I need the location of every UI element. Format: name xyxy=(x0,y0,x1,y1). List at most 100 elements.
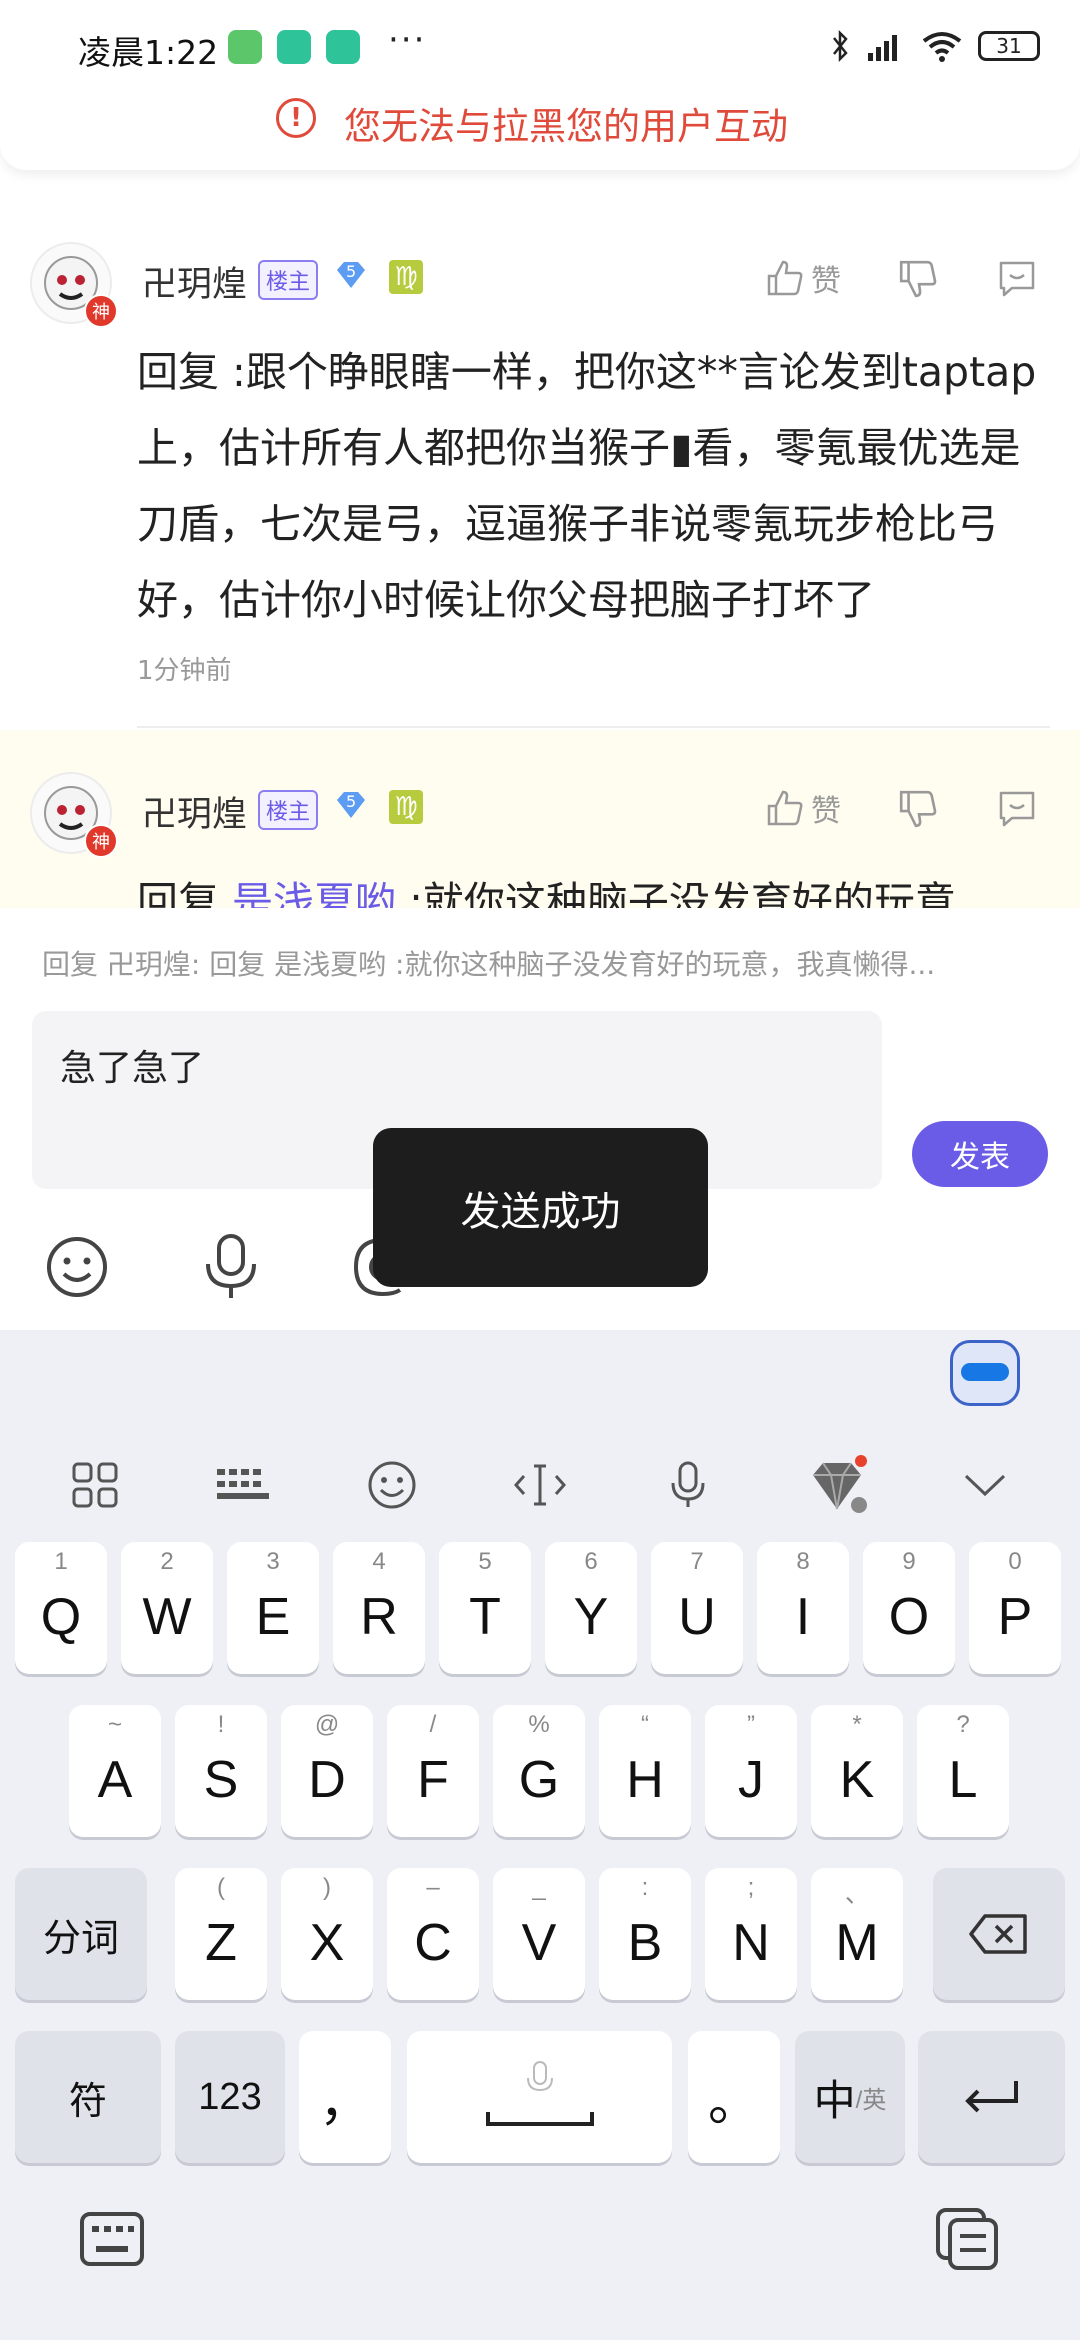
keyboard-mascot-icon[interactable] xyxy=(950,1340,1020,1406)
key-e[interactable]: 3E xyxy=(227,1542,319,1674)
comment-text: 回复 :跟个睁眼瞎一样，把你这**言论发到taptap上，估计所有人都把你当猴子… xyxy=(137,348,1037,624)
microphone-icon[interactable] xyxy=(198,1232,264,1302)
key-m[interactable]: 、 M xyxy=(811,1868,903,2000)
key-q[interactable]: 1Q xyxy=(15,1542,107,1674)
notice-text: 您无法与拉黑您的用户互动 xyxy=(344,105,788,148)
key-z[interactable]: (Z xyxy=(175,1868,267,2000)
backspace-icon xyxy=(969,1914,1027,1954)
key-j[interactable]: ” J xyxy=(705,1705,797,1837)
key-f[interactable]: / F xyxy=(387,1705,479,1837)
soft-keyboard: 1Q 2W 3E 4R 5T 6Y 7U 8I 9O 0P ~ A ! S @ D /… xyxy=(0,1330,1080,2340)
segment-key[interactable]: 分词 xyxy=(15,1868,147,2000)
key-g[interactable]: % G xyxy=(493,1705,585,1837)
language-switch-key[interactable]: 中/英 xyxy=(795,2031,905,2163)
level-gem-icon: 5 xyxy=(334,260,368,294)
key-w[interactable]: 2W xyxy=(121,1542,213,1674)
like-button[interactable]: 赞 xyxy=(765,786,841,830)
thumbs-down-icon[interactable] xyxy=(897,258,939,300)
key-t[interactable]: 5T xyxy=(439,1542,531,1674)
key-n[interactable]: ; N xyxy=(705,1868,797,2000)
language-en-label: /英 xyxy=(855,2086,887,2114)
username[interactable]: 卍玥煌 xyxy=(142,786,247,837)
like-label: 赞 xyxy=(811,794,841,829)
app-grid-icon[interactable] xyxy=(60,1450,130,1520)
avatar-rank-badge: 神 xyxy=(84,824,118,858)
mentioned-user-link[interactable]: 是浅夏哟 xyxy=(232,878,396,908)
space-key[interactable] xyxy=(407,2031,672,2163)
key-i[interactable]: 8I xyxy=(757,1542,849,1674)
symbols-key[interactable]: 符 xyxy=(15,2031,161,2163)
level-gem-icon: 5 xyxy=(334,790,368,824)
key-u[interactable]: 7U xyxy=(651,1542,743,1674)
period-key[interactable]: 。 xyxy=(688,2031,780,2163)
key-r[interactable]: 4R xyxy=(333,1542,425,1674)
reply-target-preview: 回复 卍玥煌: 回复 是浅夏哟 :就你这种脑子没发育好的玩意，我真懒得... xyxy=(42,948,936,981)
emoji-keyboard-icon[interactable] xyxy=(357,1450,427,1520)
reply-comment-icon[interactable] xyxy=(996,258,1038,300)
more-notifications-icon: ··· xyxy=(388,20,427,60)
key-p[interactable]: 0P xyxy=(969,1542,1061,1674)
owner-tag: 楼主 xyxy=(258,260,319,300)
keyboard-layout-icon[interactable] xyxy=(208,1450,278,1520)
key-y[interactable]: 6Y xyxy=(545,1542,637,1674)
thumbs-up-icon xyxy=(767,790,803,826)
level-number: 5 xyxy=(346,792,357,811)
key-x[interactable]: ) X xyxy=(281,1868,373,2000)
key-c[interactable]: – C xyxy=(387,1868,479,2000)
comment-item: 神 卍玥煌 楼主 5 ♍ 赞 回复 :跟个睁眼瞎一样，把你这**言论发到tapt… xyxy=(0,230,1080,730)
block-notice-banner: ! 您无法与拉黑您的用户互动 xyxy=(0,70,1080,170)
numeric-key[interactable]: 123 xyxy=(175,2031,285,2163)
collapse-keyboard-icon[interactable] xyxy=(950,1450,1020,1520)
thumbs-up-icon xyxy=(767,260,803,296)
backspace-key[interactable] xyxy=(933,1868,1065,2000)
key-a[interactable]: ~ A xyxy=(69,1705,161,1837)
like-button[interactable]: 赞 xyxy=(765,256,841,300)
security-shield-icon xyxy=(277,30,311,64)
reply-input-text: 急了急了 xyxy=(60,1048,205,1089)
battery-icon: 31 xyxy=(978,31,1040,61)
toast-message: 发送成功 xyxy=(373,1128,708,1287)
reply-text: :就你这种脑子没发育好的玩意 xyxy=(396,878,956,908)
status-time: 凌晨1:22 xyxy=(78,33,219,72)
like-label: 赞 xyxy=(811,264,841,299)
owner-tag: 楼主 xyxy=(258,790,319,830)
diamond-skin-icon[interactable] xyxy=(802,1450,872,1520)
comment-text: 回复 是浅夏哟 :就你这种脑子没发育好的玩意 xyxy=(137,864,1047,908)
key-h[interactable]: “H xyxy=(599,1705,691,1837)
cursor-move-icon[interactable] xyxy=(505,1450,575,1520)
alert-icon: ! xyxy=(276,98,316,138)
key-l[interactable]: ? L xyxy=(917,1705,1009,1837)
language-cn-label: 中 xyxy=(813,2076,856,2124)
signal-icon xyxy=(868,35,897,61)
comment-time: 1分钟前 xyxy=(137,656,232,686)
username[interactable]: 卍玥煌 xyxy=(142,256,247,307)
level-number: 5 xyxy=(346,262,357,281)
send-button[interactable]: 发表 xyxy=(912,1121,1048,1187)
voice-input-icon[interactable] xyxy=(653,1450,723,1520)
wifi-icon xyxy=(922,32,962,62)
flash-shield-icon xyxy=(326,30,360,64)
key-s[interactable]: ! S xyxy=(175,1705,267,1837)
clipboard-icon[interactable] xyxy=(934,2206,1002,2272)
comma-key[interactable]: ， xyxy=(299,2031,391,2163)
key-o[interactable]: 9O xyxy=(863,1542,955,1674)
key-v[interactable]: _ V xyxy=(493,1868,585,2000)
app-notification-icon xyxy=(228,30,262,64)
thumbs-down-icon[interactable] xyxy=(897,788,939,830)
key-b[interactable]: :B xyxy=(599,1868,691,2000)
comment-item-highlighted: 神 卍玥煌 楼主 5 ♍ 赞 回复 是浅夏哟 :就你这种脑子没发育好的玩意 xyxy=(0,730,1080,908)
key-d[interactable]: @ D xyxy=(281,1705,373,1837)
enter-icon xyxy=(964,2081,1018,2113)
space-mic-icon xyxy=(485,2061,594,2126)
status-indicators: 31 xyxy=(830,26,1040,66)
enter-key[interactable] xyxy=(918,2031,1065,2163)
divider xyxy=(137,726,1050,728)
key-k[interactable]: * K xyxy=(811,1705,903,1837)
bluetooth-icon xyxy=(833,29,848,63)
avatar-rank-badge: 神 xyxy=(84,294,118,328)
emoji-icon[interactable] xyxy=(44,1234,110,1300)
keyboard-switch-icon[interactable] xyxy=(78,2210,146,2268)
reply-prefix: 回复 xyxy=(137,878,233,908)
reply-comment-icon[interactable] xyxy=(996,788,1038,830)
zodiac-icon: ♍ xyxy=(389,790,423,824)
